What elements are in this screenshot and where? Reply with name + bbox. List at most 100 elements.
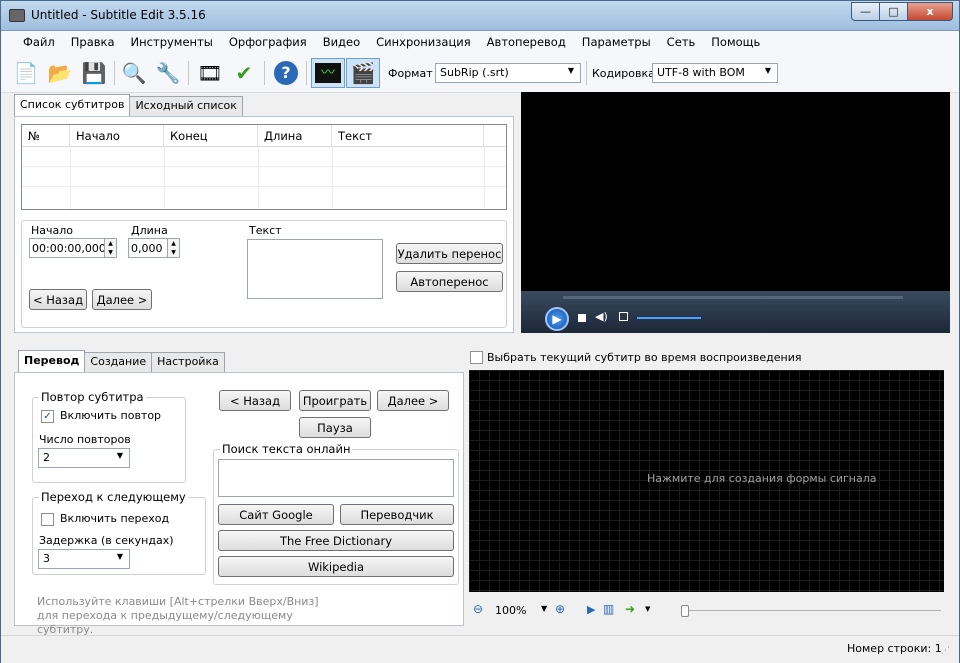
format-select[interactable]: SubRip (.srt) ▼: [435, 63, 581, 83]
menu-tools[interactable]: Инструменты: [123, 35, 221, 49]
waveform-toolbar: ⊖ 100% ▼ ⊕ ▶ ▥ ➜ ▼: [473, 601, 943, 623]
next-group: Переход к следующему Включить переход За…: [32, 490, 206, 575]
subtitle-grid[interactable]: № Начало Конец Длина Текст: [21, 124, 507, 210]
save-icon[interactable]: 💾: [79, 58, 109, 88]
forward-icon[interactable]: ➜: [625, 602, 635, 616]
next-button[interactable]: Далее >: [92, 289, 152, 310]
line-number-status: Номер строки: 1: [847, 642, 942, 655]
menu-autotranslate[interactable]: Автоперевод: [479, 35, 574, 49]
remove-line-break-button[interactable]: Удалить перенос: [396, 243, 503, 264]
repeat-group: Повтор субтитра ✓ Включить повтор Число …: [32, 390, 186, 483]
open-folder-icon[interactable]: 📂: [45, 58, 75, 88]
minimize-button[interactable]: —: [851, 2, 880, 21]
repeat-count-label: Число повторов: [39, 433, 131, 446]
menu-network[interactable]: Сеть: [659, 35, 704, 49]
zoom-value[interactable]: 100%: [495, 604, 526, 617]
bottom-tabs: Перевод Создание Настройка: [18, 350, 225, 372]
toolbar: 📄 📂 💾 🔍 🔧 🎞 ✔ ? 〰 🎬 Формат SubRip (.srt)…: [1, 53, 959, 93]
play-icon[interactable]: ▶: [587, 603, 595, 616]
visual-sync-icon[interactable]: 🎞: [195, 58, 225, 88]
waveform-area[interactable]: Нажмите для создания формы сигнала: [469, 370, 944, 592]
fullscreen-icon[interactable]: [619, 312, 628, 321]
translator-button[interactable]: Переводчик: [340, 504, 454, 525]
auto-break-button[interactable]: Автоперенос: [396, 271, 503, 292]
next-checkbox[interactable]: [41, 513, 54, 526]
waveform-toggle-icon[interactable]: 〰: [311, 58, 345, 88]
zoom-out-icon[interactable]: ⊖: [473, 602, 483, 616]
volume-slider[interactable]: [637, 317, 701, 319]
search-text-input[interactable]: [218, 459, 454, 497]
start-time-input[interactable]: 00:00:00,000: [29, 238, 106, 258]
translate-back-button[interactable]: < Назад: [219, 390, 291, 411]
title-bar: Untitled - Subtitle Edit 3.5.16 — □ x: [1, 1, 959, 31]
repeat-enable-label: Включить повтор: [60, 409, 162, 422]
app-icon: [9, 9, 25, 22]
help-icon[interactable]: ?: [271, 58, 301, 88]
google-button[interactable]: Сайт Google: [218, 504, 334, 525]
zoom-in-icon[interactable]: ⊕: [555, 602, 565, 616]
column-start[interactable]: Начало: [70, 125, 164, 147]
subtitle-tabs: Список субтитров Исходный список: [14, 94, 243, 116]
maximize-button[interactable]: □: [879, 2, 908, 21]
text-label: Текст: [249, 224, 282, 237]
menu-sync[interactable]: Синхронизация: [368, 35, 479, 49]
wikipedia-button[interactable]: Wikipedia: [218, 556, 454, 577]
tab-translate[interactable]: Перевод: [18, 350, 86, 372]
free-dictionary-button[interactable]: The Free Dictionary: [218, 530, 454, 551]
encoding-select[interactable]: UTF-8 with BOM ▼: [652, 63, 778, 83]
tab-source-list[interactable]: Исходный список: [129, 96, 243, 116]
tab-adjust[interactable]: Настройка: [151, 352, 225, 372]
menu-file[interactable]: Файл: [15, 35, 63, 49]
subtitle-text-input[interactable]: [247, 239, 383, 299]
column-duration[interactable]: Длина: [258, 125, 332, 147]
status-bar: Номер строки: 1 ⋰: [1, 635, 959, 663]
position-slider-thumb[interactable]: [681, 605, 689, 617]
grid-header: № Начало Конец Длина Текст: [22, 125, 506, 147]
menu-options[interactable]: Параметры: [574, 35, 659, 49]
player-controls: ▶ ◀): [521, 291, 950, 333]
format-label: Формат: [388, 67, 433, 80]
delay-label: Задержка (в секундах): [39, 534, 174, 547]
duration-spinner[interactable]: ▲ ▼: [167, 238, 180, 258]
repeat-checkbox[interactable]: ✓: [41, 410, 54, 423]
close-button[interactable]: x: [907, 2, 953, 21]
chevron-down-icon[interactable]: ▼: [541, 604, 547, 613]
menu-edit[interactable]: Правка: [63, 35, 123, 49]
translate-next-button[interactable]: Далее >: [377, 390, 449, 411]
tab-subtitle-list[interactable]: Список субтитров: [14, 94, 131, 116]
chevron-down-icon[interactable]: ▼: [645, 605, 650, 613]
find-icon[interactable]: 🔍: [119, 58, 149, 88]
tab-create[interactable]: Создание: [84, 352, 153, 372]
resize-grip-icon[interactable]: ⋰: [941, 646, 950, 656]
menu-spellcheck[interactable]: Орфография: [221, 35, 315, 49]
start-spinner[interactable]: ▲ ▼: [104, 238, 117, 258]
position-slider-track[interactable]: [689, 610, 941, 611]
chevron-down-icon: ▼: [567, 66, 574, 75]
video-player[interactable]: ▶ ◀): [521, 92, 950, 333]
menu-help[interactable]: Помощь: [703, 35, 768, 49]
delay-select[interactable]: 3 ▼: [38, 549, 130, 569]
play-icon[interactable]: ▶: [545, 307, 569, 331]
seek-bar[interactable]: [563, 296, 903, 299]
chevron-down-icon: ▼: [116, 451, 123, 460]
menu-video[interactable]: Видео: [315, 35, 368, 49]
play-button[interactable]: Проиграть: [299, 390, 371, 411]
chevron-down-icon: ▼: [764, 66, 771, 75]
pause-button[interactable]: Пауза: [299, 417, 371, 438]
split-icon[interactable]: ▥: [603, 602, 614, 616]
repeat-count-select[interactable]: 2 ▼: [38, 448, 130, 468]
column-number[interactable]: №: [22, 125, 70, 147]
menu-bar: Файл Правка Инструменты Орфография Видео…: [1, 31, 959, 53]
duration-input[interactable]: 0,000: [128, 238, 168, 258]
chevron-down-icon: ▼: [116, 552, 123, 561]
column-text[interactable]: Текст: [332, 125, 484, 147]
stop-icon[interactable]: [578, 314, 586, 322]
replace-icon[interactable]: 🔧: [153, 58, 183, 88]
spellcheck-icon[interactable]: ✔: [229, 58, 259, 88]
new-file-icon[interactable]: 📄: [11, 58, 41, 88]
video-toggle-icon[interactable]: 🎬: [346, 58, 380, 88]
volume-icon[interactable]: ◀): [595, 310, 608, 323]
follow-subtitle-checkbox[interactable]: [470, 351, 483, 364]
column-end[interactable]: Конец: [164, 125, 258, 147]
prev-button[interactable]: < Назад: [29, 289, 87, 310]
